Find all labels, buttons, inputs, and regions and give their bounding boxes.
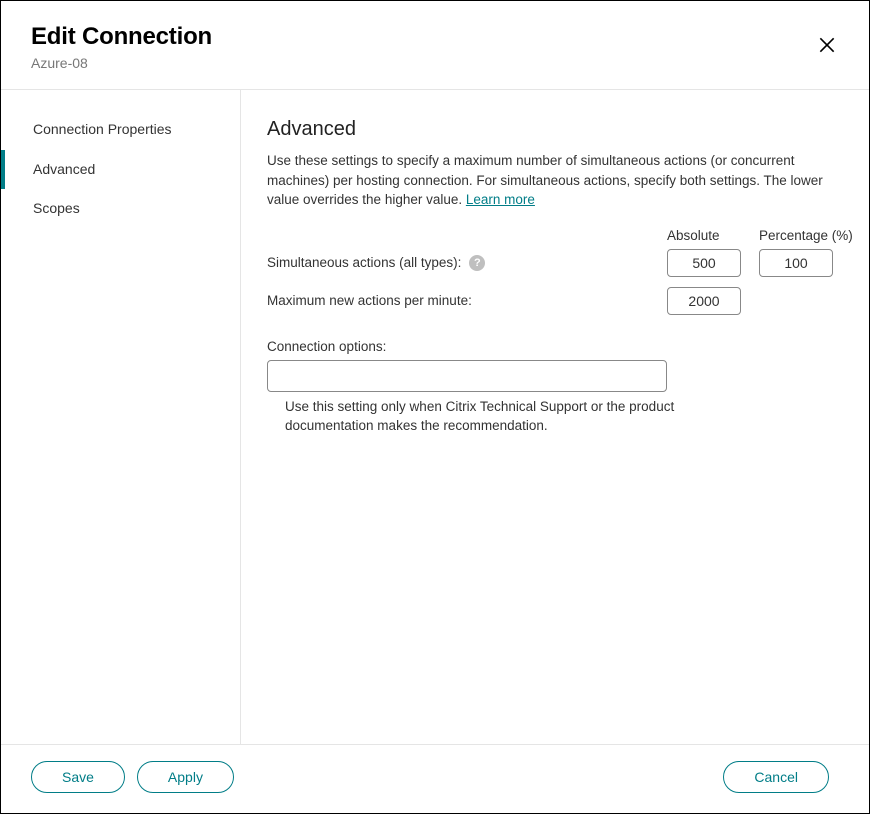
dialog-body: Connection Properties Advanced Scopes Ad… <box>1 90 869 744</box>
col-header-absolute: Absolute <box>667 228 741 243</box>
row-label: Maximum new actions per minute: <box>267 293 667 308</box>
simultaneous-absolute-input[interactable] <box>667 249 741 277</box>
dialog-header: Edit Connection Azure-08 <box>1 1 869 90</box>
content-area: Advanced Use these settings to specify a… <box>241 90 869 744</box>
sidebar-nav: Connection Properties Advanced Scopes <box>1 90 241 744</box>
sidebar-item-label: Connection Properties <box>33 121 172 137</box>
header-text-block: Edit Connection Azure-08 <box>31 23 212 71</box>
max-new-actions-label: Maximum new actions per minute: <box>267 293 472 308</box>
dialog-footer: Save Apply Cancel <box>1 744 869 813</box>
row-max-new-actions: Maximum new actions per minute: <box>267 287 841 315</box>
columns-header: Absolute Percentage (%) <box>267 228 841 243</box>
close-button[interactable] <box>813 31 841 62</box>
max-new-absolute-input[interactable] <box>667 287 741 315</box>
sidebar-item-advanced[interactable]: Advanced <box>1 150 240 190</box>
row-label: Simultaneous actions (all types): ? <box>267 255 667 271</box>
dialog-subtitle: Azure-08 <box>31 55 212 71</box>
simultaneous-percentage-input[interactable] <box>759 249 833 277</box>
close-icon <box>817 35 837 55</box>
help-icon[interactable]: ? <box>469 255 485 271</box>
sidebar-item-label: Scopes <box>33 200 80 216</box>
connection-options-input[interactable] <box>267 360 667 392</box>
sidebar-item-label: Advanced <box>33 161 95 177</box>
col-header-percentage: Percentage (%) <box>759 228 833 243</box>
row-simultaneous-actions: Simultaneous actions (all types): ? <box>267 249 841 277</box>
apply-button[interactable]: Apply <box>137 761 234 793</box>
cancel-button[interactable]: Cancel <box>723 761 829 793</box>
footer-left-buttons: Save Apply <box>31 761 234 793</box>
connection-options-label: Connection options: <box>267 339 841 354</box>
footer-right-buttons: Cancel <box>723 761 829 793</box>
desc-text: Use these settings to specify a maximum … <box>267 153 823 207</box>
content-description: Use these settings to specify a maximum … <box>267 151 841 210</box>
connection-options-help-text: Use this setting only when Citrix Techni… <box>285 398 685 436</box>
content-title: Advanced <box>267 118 841 141</box>
learn-more-link[interactable]: Learn more <box>466 192 535 207</box>
save-button[interactable]: Save <box>31 761 125 793</box>
sidebar-item-connection-properties[interactable]: Connection Properties <box>1 110 240 150</box>
sidebar-item-scopes[interactable]: Scopes <box>1 189 240 229</box>
dialog-title: Edit Connection <box>31 23 212 51</box>
simultaneous-actions-label: Simultaneous actions (all types): <box>267 255 461 270</box>
